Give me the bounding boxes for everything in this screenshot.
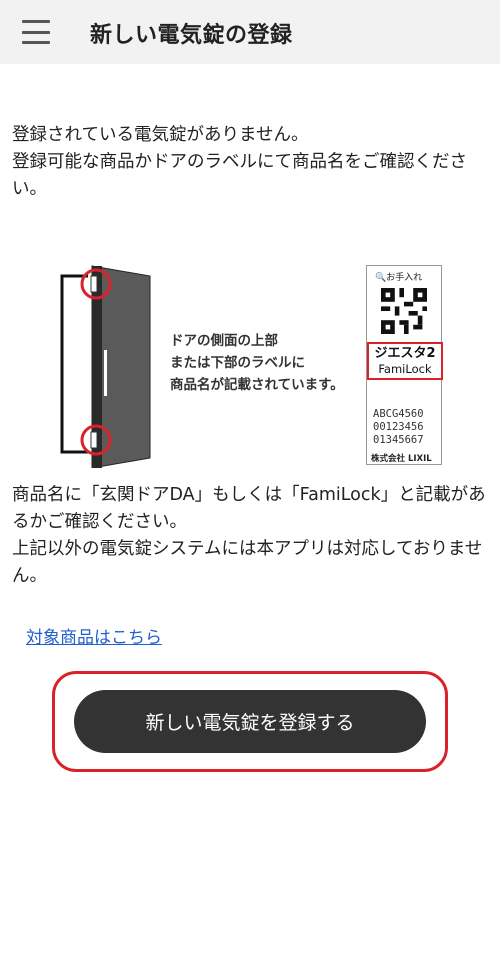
door-diagram <box>60 265 151 468</box>
app-bar: 新しい電気錠の登録 <box>0 0 500 64</box>
maker-name: 株式会社 LIXIL <box>371 454 432 464</box>
product-note: 商品名に「玄関ドアDA」もしくは「FamiLock」と記載があるかご確認ください… <box>12 482 492 590</box>
intro-message: 登録されている電気錠がありません。 登録可能な商品かドアのラベルにて商品名をご確… <box>12 122 492 203</box>
qr-code-icon <box>381 288 427 334</box>
target-products-link[interactable]: 対象商品はこちら <box>26 623 162 648</box>
note-line-2: 上記以外の電気錠システムには本アプリは対応しておりません。 <box>12 539 483 586</box>
register-lock-button[interactable]: 新しい電気錠を登録する <box>74 690 426 753</box>
product-name-box: ジエスタ2 FamiLock <box>367 342 443 380</box>
door-caption: ドアの側面の上部 または下部のラベルに 商品名が記載されています。 <box>170 333 344 393</box>
product-codes: ABCG4560 00123456 01345667 <box>373 408 424 446</box>
care-text: 🔍お手入れ <box>375 273 423 283</box>
product-label-sample: 🔍お手入れ ジエスタ2 FamiLock ABCG4560 00123456 0… <box>366 265 443 465</box>
door-label-illustration: ドアの側面の上部 または下部のラベルに 商品名が記載されています。 🔍お手入れ … <box>50 262 450 468</box>
hamburger-menu-icon[interactable] <box>22 20 50 44</box>
intro-line-2: 登録可能な商品かドアのラベルにて商品名をご確認ください。 <box>12 152 467 199</box>
intro-line-1: 登録されている電気錠がありません。 <box>12 125 309 145</box>
page-title: 新しい電気錠の登録 <box>90 23 293 48</box>
note-line-1: 商品名に「玄関ドアDA」もしくは「FamiLock」と記載があるかご確認ください… <box>12 485 486 532</box>
